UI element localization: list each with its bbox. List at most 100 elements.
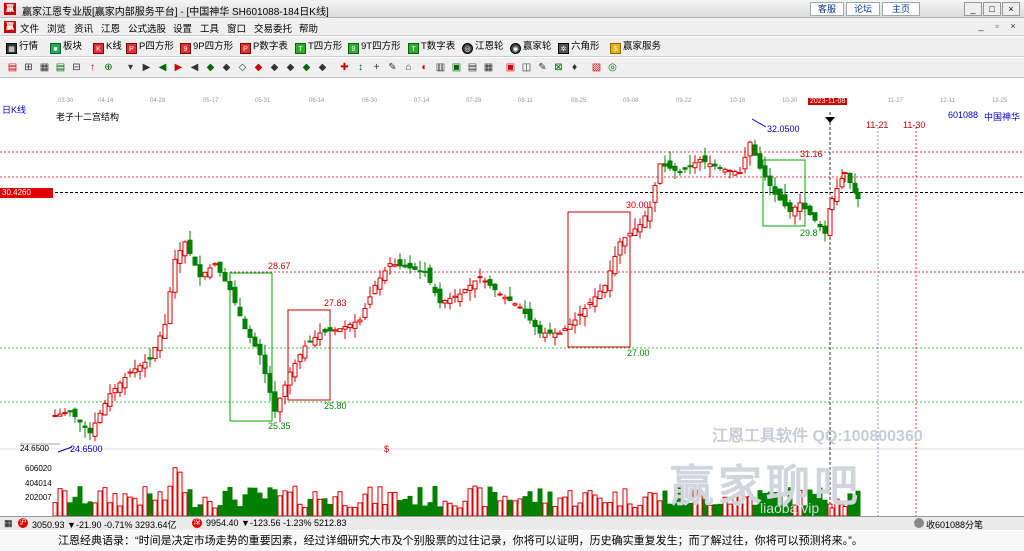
drawing-tool-icon[interactable]: ▣ [450,61,463,74]
maximize-button[interactable]: □ [983,2,1001,16]
level-label-2867: 28.67 [268,261,291,271]
drawing-tool-icon[interactable]: ⊟ [70,61,83,74]
candle-body [522,308,528,315]
candle-body [787,202,793,213]
drawing-tool-icon[interactable]: ▦ [482,61,495,74]
volume-bar [177,471,183,516]
drawing-tool-icon[interactable]: ▤ [54,61,67,74]
tab-hexagon[interactable]: ✲ 六角形 [558,40,600,54]
volume-bar [217,505,223,516]
volume-bar [142,486,148,516]
drawing-tool-icon[interactable]: ↑ [86,61,99,74]
menu-trade[interactable]: 交易委托 [254,21,292,35]
drawing-tool-icon[interactable]: ◀ [156,61,169,74]
drawing-tool-icon[interactable]: + [370,61,383,74]
stock-code: 601088 [948,110,979,120]
drawing-tool-icon[interactable]: ▣ [504,61,517,74]
drawing-tool-icon[interactable]: ▦ [38,61,51,74]
drawing-tool-icon[interactable]: ◆ [220,61,233,74]
kline-chart[interactable] [0,107,1024,516]
app-icon: 赢 [4,3,16,15]
candle-body [752,144,758,156]
drawing-tool-icon[interactable]: ▥ [434,61,447,74]
drawing-tool-icon[interactable]: ◆ [252,61,265,74]
support-link[interactable]: 客服 [810,2,844,16]
volume-bar [167,485,173,516]
drawing-tool-icon[interactable]: ◐ [418,61,431,74]
chart-study-name: 老子十二宫结构 [56,112,120,122]
drawing-tool-icon[interactable]: ⌂ [402,61,415,74]
keyboard-icon[interactable]: ▦ [4,518,13,529]
mdi-restore-icon[interactable]: ▫ [990,20,1004,33]
tick-data-label[interactable]: 收601088分笔 [926,518,983,531]
tab-sectors[interactable]: ■ 板块 [50,40,82,54]
menu-browse[interactable]: 浏览 [47,21,66,35]
drawing-tool-icon[interactable]: ⊠ [552,61,565,74]
drawing-tool-icon[interactable]: ▶ [140,61,153,74]
tab-p-table[interactable]: P P数字表 [240,40,288,54]
drawing-tool-icon[interactable]: ✎ [536,61,549,74]
tab-gann-wheel[interactable]: ◎ 江恩轮 [462,40,504,54]
mdi-minimize-icon[interactable]: _ [974,20,988,33]
drawing-tool-icon[interactable]: ✚ [338,61,351,74]
service-icon: $ [610,43,621,54]
drawing-tool-icon[interactable]: ◀ [188,61,201,74]
drawing-tool-icon[interactable]: ◆ [268,61,281,74]
menu-tools[interactable]: 工具 [200,21,219,35]
candle-body [137,365,143,372]
candle-body [387,263,393,267]
cursor-marker-icon [825,117,835,123]
tab-winner-service[interactable]: $ 赢家服务 [610,40,661,54]
menu-gann[interactable]: 江恩 [101,21,120,35]
drawing-tool-icon[interactable]: ◎ [606,61,619,74]
tab-t-table[interactable]: T T数字表 [408,40,455,54]
drawing-tool-icon[interactable]: ▶ [172,61,185,74]
volume-bar [207,500,213,516]
tab-9p-square[interactable]: 9 9P四方形 [180,40,233,54]
candle-body [52,414,58,417]
drawing-tool-icon[interactable]: ◆ [204,61,217,74]
homepage-link[interactable]: 主页 [882,2,920,16]
date-tick: 2023-11-08 [808,98,848,105]
volume-bar [62,490,68,516]
volume-bar [392,491,398,516]
volume-bar [422,505,428,516]
menu-formula[interactable]: 公式选股 [128,21,166,35]
tab-quotes[interactable]: ▦ 行情 [6,40,38,54]
drawing-tool-icon[interactable]: ▤ [466,61,479,74]
drawing-tool-icon[interactable]: ✎ [386,61,399,74]
drawing-tool-icon[interactable]: ⊕ [102,61,115,74]
tab-winner-wheel[interactable]: ◉ 赢家轮 [510,40,552,54]
menu-settings[interactable]: 设置 [173,21,192,35]
tab-p-square[interactable]: P P四方形 [126,40,174,54]
drawing-tool-icon[interactable]: ▤ [6,61,19,74]
forum-link[interactable]: 论坛 [846,2,880,16]
tab-kline[interactable]: K K线 [93,40,122,54]
tab-t-square[interactable]: T T四方形 [295,40,342,54]
drawing-tool-icon[interactable]: ↕ [354,61,367,74]
tab-9t-square[interactable]: 9 9T四方形 [348,40,401,54]
volume-bar [152,499,158,516]
drawing-tool-icon[interactable]: ♦ [568,61,581,74]
menu-help[interactable]: 帮助 [299,21,318,35]
menu-file[interactable]: 文件 [20,21,39,35]
mdi-close-icon[interactable]: × [1006,20,1020,33]
drawing-tool-icon[interactable]: ▾ [124,61,137,74]
candle-body [267,373,273,393]
drawing-tool-icon[interactable]: ▧ [590,61,603,74]
minimize-button[interactable]: _ [964,2,982,16]
drawing-tool-icon[interactable]: ◆ [284,61,297,74]
close-button[interactable]: × [1002,2,1020,16]
drawing-tool-icon[interactable]: ◇ [236,61,249,74]
volume-bar [502,495,508,516]
candle-body [722,168,728,173]
menu-window[interactable]: 窗口 [227,21,246,35]
drawing-tool-icon[interactable]: ◫ [520,61,533,74]
date-tick: 04-28 [150,98,166,104]
menu-info[interactable]: 资讯 [74,21,93,35]
candle-body [692,162,698,169]
drawing-tool-icon[interactable]: ⊞ [22,61,35,74]
volume-bar [302,507,308,516]
drawing-tool-icon[interactable]: ◆ [316,61,329,74]
drawing-tool-icon[interactable]: ◆ [300,61,313,74]
